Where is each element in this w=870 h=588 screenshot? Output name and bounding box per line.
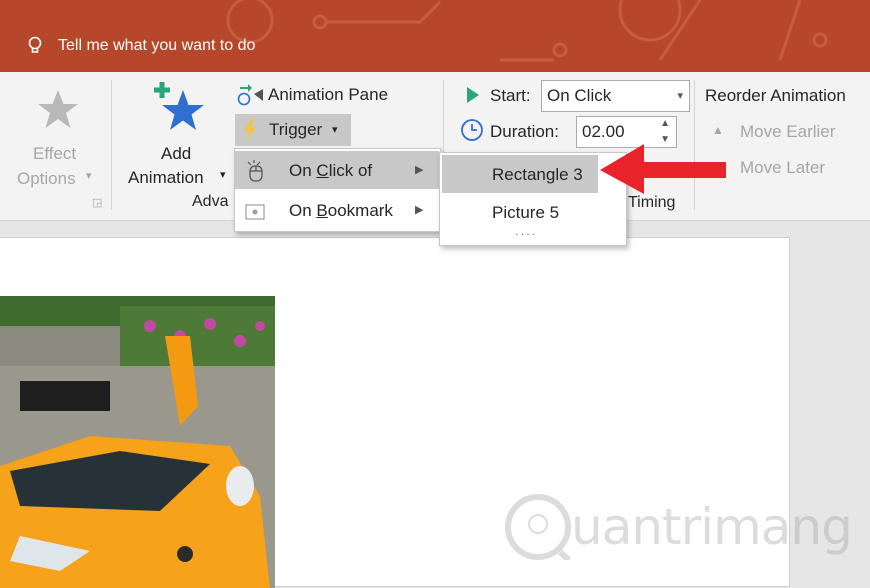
group-separator xyxy=(111,80,112,210)
lightbulb-icon xyxy=(28,36,42,53)
dropdown-arrow-icon: ▾ xyxy=(86,170,92,182)
star-icon xyxy=(38,90,78,128)
trigger-button[interactable]: Trigger ▾ xyxy=(235,114,351,146)
lightning-icon xyxy=(244,119,256,141)
move-earlier-label: Move Earlier xyxy=(740,122,836,141)
watermark-text: uantrimang xyxy=(571,498,853,556)
trigger-menu: On Click of ▶ On Bookmark ▶ xyxy=(234,148,441,232)
effect-options-label-1: Effect xyxy=(33,144,77,163)
start-dropdown[interactable]: On Click ▾ xyxy=(541,80,690,112)
on-click-of-label: On Click of xyxy=(289,161,373,180)
start-label: Start: xyxy=(490,86,531,105)
effect-options-button[interactable]: Effect Options ▾ xyxy=(12,78,102,196)
duration-label: Duration: xyxy=(490,122,559,141)
submenu-item-rectangle-3[interactable]: Rectangle 3 xyxy=(442,155,598,193)
menu-item-on-click-of[interactable]: On Click of ▶ xyxy=(235,151,439,189)
animation-pane-label: Animation Pane xyxy=(268,85,389,104)
title-bar: Tell me what you want to do xyxy=(0,0,870,72)
picture-5-label: Picture 5 xyxy=(492,203,560,222)
advanced-group-label: Adva xyxy=(192,193,229,210)
move-later-label: Move Later xyxy=(740,158,826,177)
timing-group-label: Timing xyxy=(628,194,676,211)
trigger-label: Trigger xyxy=(269,120,323,139)
animation-pane-button[interactable]: Animation Pane xyxy=(236,82,416,108)
reorder-animation-label: Reorder Animation xyxy=(705,86,846,105)
duration-value: 02.00 xyxy=(582,122,625,141)
submenu-arrow-icon: ▶ xyxy=(415,204,424,216)
red-arrow-icon xyxy=(600,144,726,194)
add-animation-label-1: Add xyxy=(161,144,192,163)
dialog-launcher-icon[interactable]: ◲ xyxy=(92,196,102,209)
move-earlier-button[interactable]: ▲ Move Earlier xyxy=(712,120,862,144)
add-animation-button[interactable]: Add Animation ▾ xyxy=(124,76,234,192)
tell-me-search[interactable]: Tell me what you want to do xyxy=(28,36,255,56)
add-animation-label-2: Animation xyxy=(128,168,204,187)
move-later-button[interactable]: ▼ Move Later xyxy=(712,156,862,180)
mouse-click-icon xyxy=(247,160,263,182)
watermark: uantrimang xyxy=(505,494,853,560)
start-value: On Click xyxy=(547,86,612,105)
play-icon xyxy=(467,87,479,103)
tell-me-text: Tell me what you want to do xyxy=(58,37,256,54)
dropdown-arrow-icon: ▾ xyxy=(677,90,683,102)
menu-item-on-bookmark[interactable]: On Bookmark ▶ xyxy=(235,193,439,229)
dropdown-arrow-icon: ▾ xyxy=(220,169,226,181)
watermark-bulb-icon xyxy=(505,494,571,560)
animation-pane-icon xyxy=(237,84,263,106)
rectangle-3-label: Rectangle 3 xyxy=(492,165,583,184)
resize-grip[interactable]: .... xyxy=(515,223,537,238)
add-star-icon xyxy=(154,82,204,130)
triangle-up-icon: ▲ xyxy=(712,123,724,137)
dropdown-arrow-icon: ▾ xyxy=(332,124,338,136)
clock-icon xyxy=(461,119,483,141)
slide[interactable]: uantrimang xyxy=(0,237,853,588)
bookmark-icon xyxy=(245,204,265,220)
submenu-arrow-icon: ▶ xyxy=(415,164,424,176)
car-picture[interactable] xyxy=(0,296,275,588)
on-bookmark-label: On Bookmark xyxy=(289,201,393,220)
effect-options-label-2: Options xyxy=(17,169,76,188)
